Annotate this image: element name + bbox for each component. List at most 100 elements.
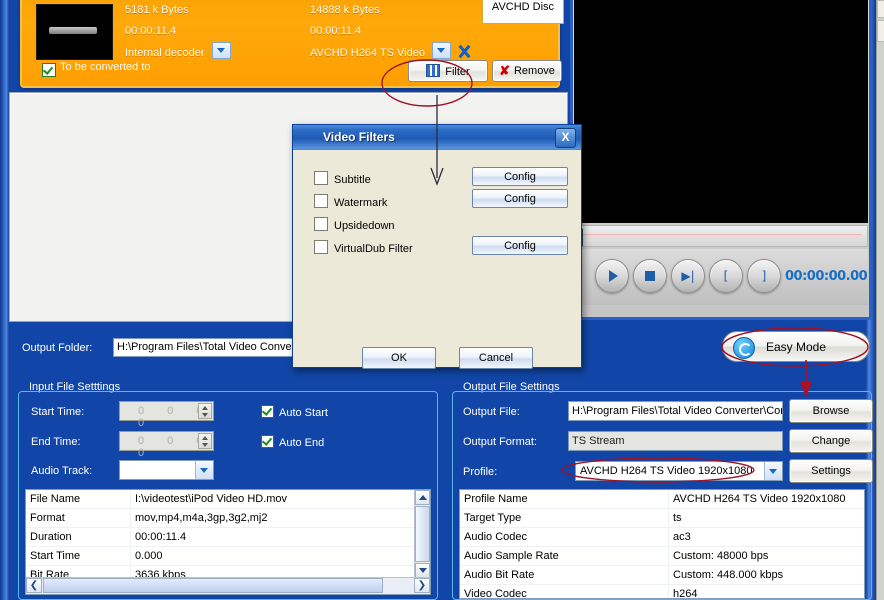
subtitle-config-button[interactable]: Config bbox=[472, 167, 568, 186]
decoder-dropdown-icon[interactable] bbox=[211, 42, 231, 59]
outer-scrollbar-strip[interactable] bbox=[876, 0, 884, 600]
input-table-hscrollbar[interactable]: ❮ ❯ bbox=[26, 577, 430, 594]
upsidedown-checkbox[interactable]: Upsidedown bbox=[314, 217, 395, 232]
table-cell-value: h264 bbox=[668, 584, 864, 598]
seek-bar[interactable] bbox=[572, 225, 868, 247]
easy-mode-button[interactable]: Easy Mode bbox=[722, 331, 870, 362]
table-row[interactable]: Target Type ts bbox=[460, 508, 864, 528]
table-cell-key: Duration bbox=[26, 527, 131, 547]
input-info-table: File Name I:\videotest\iPod Video HD.mov F… bbox=[25, 489, 431, 595]
table-cell-key: Profile Name bbox=[460, 490, 669, 509]
settings-button[interactable]: Settings bbox=[789, 459, 873, 483]
scroll-right-icon[interactable]: ❯ bbox=[414, 578, 430, 593]
table-row[interactable]: Format mov,mp4,m4a,3gp,3g2,mj2 bbox=[26, 508, 415, 528]
virtualdub-config-button[interactable]: Config bbox=[472, 236, 568, 255]
table-row[interactable]: Video Codec h264 bbox=[460, 584, 864, 598]
upsidedown-label: Upsidedown bbox=[334, 220, 395, 232]
to-be-converted-label: To be converted to bbox=[60, 61, 151, 73]
auto-end-checkbox[interactable]: Auto End bbox=[261, 435, 324, 449]
next-frame-button[interactable]: ▶| bbox=[671, 259, 705, 293]
video-filters-dialog: Video Filters X Subtitle Config Watermar… bbox=[292, 124, 582, 369]
table-row[interactable]: Profile Name AVCHD H264 TS Video 1920x108… bbox=[460, 490, 864, 509]
profile-select[interactable]: AVCHD H264 TS Video 1920x1080 bbox=[575, 461, 783, 481]
video-thumbnail[interactable] bbox=[36, 4, 113, 60]
auto-end-checkbox-box bbox=[261, 435, 274, 448]
table-row[interactable]: Start Time 0.000 bbox=[26, 546, 415, 566]
file-card[interactable]: 5181 k Bytes 00:00:11.4 Internal decoder… bbox=[20, 0, 564, 88]
scroll-left-icon[interactable]: ❮ bbox=[26, 578, 42, 593]
ok-button[interactable]: OK bbox=[362, 347, 436, 369]
subtitle-checkbox[interactable]: Subtitle bbox=[314, 171, 371, 186]
table-row[interactable]: File Name I:\videotest\iPod Video HD.mov bbox=[26, 490, 415, 509]
change-button[interactable]: Change bbox=[789, 429, 873, 453]
profile-chevron-down-icon[interactable] bbox=[764, 462, 782, 480]
mark-in-button[interactable]: [ bbox=[709, 259, 743, 293]
table-cell-key: Start Time bbox=[26, 546, 131, 566]
player-controls: ▶| [ ] 00:00:00.00 bbox=[575, 249, 868, 305]
player-timecode: 00:00:00.00 bbox=[785, 269, 868, 284]
stop-button[interactable] bbox=[633, 259, 667, 293]
input-vscroll-thumb[interactable] bbox=[415, 506, 430, 562]
video-screen[interactable] bbox=[574, 0, 868, 223]
virtualdub-checkbox-box bbox=[314, 240, 328, 254]
filter-button[interactable]: Filter bbox=[408, 60, 488, 82]
end-time-stepper[interactable]: 0 0 0 0 bbox=[119, 431, 214, 459]
watermark-config-button[interactable]: Config bbox=[472, 189, 568, 208]
outer-scrollbar-button-up[interactable] bbox=[877, 0, 884, 18]
seek-track bbox=[582, 234, 861, 238]
table-cell-key: Audio Bit Rate bbox=[460, 565, 669, 585]
remove-button-label: Remove bbox=[513, 65, 555, 77]
virtualdub-checkbox[interactable]: VirtualDub Filter bbox=[314, 240, 413, 255]
auto-start-label: Auto Start bbox=[279, 407, 328, 419]
play-icon bbox=[609, 270, 618, 282]
table-cell-value: 00:00:11.4 bbox=[130, 527, 415, 547]
audio-track-value bbox=[120, 468, 123, 470]
output-format-label: Output Format: bbox=[463, 436, 537, 448]
auto-start-checkbox[interactable]: Auto Start bbox=[261, 405, 328, 419]
input-table-vscrollbar[interactable] bbox=[414, 490, 430, 578]
thumbnail-placeholder-bar bbox=[49, 27, 97, 34]
auto-end-label: Auto End bbox=[279, 437, 325, 449]
table-cell-key: Audio Sample Rate bbox=[460, 546, 669, 566]
output-file-input[interactable]: H:\Program Files\Total Video Converter\C… bbox=[568, 401, 783, 421]
close-icon[interactable]: X bbox=[555, 128, 576, 148]
chevron-down-icon[interactable] bbox=[195, 461, 213, 479]
auto-start-checkbox-box bbox=[261, 405, 274, 418]
end-time-spin-arrows[interactable] bbox=[198, 433, 212, 449]
next-frame-icon: ▶| bbox=[681, 269, 695, 283]
outer-scrollbar-thumb[interactable] bbox=[877, 20, 884, 42]
browse-button[interactable]: Browse bbox=[789, 399, 873, 423]
mark-out-icon: ] bbox=[761, 269, 767, 283]
stop-icon bbox=[645, 271, 655, 281]
avchd-logo: AVCHD AVCHD Disc bbox=[482, 0, 564, 24]
table-cell-value: Custom: 48000 bps bbox=[668, 546, 864, 566]
source-size: 5181 k Bytes bbox=[125, 4, 189, 16]
dialog-titlebar[interactable]: Video Filters X bbox=[293, 125, 581, 150]
play-button[interactable] bbox=[595, 259, 629, 293]
start-time-stepper[interactable]: 0 0 0 0 bbox=[119, 401, 214, 429]
scroll-up-icon[interactable] bbox=[415, 490, 430, 505]
input-info-rows: File Name I:\videotest\iPod Video HD.mov F… bbox=[26, 490, 415, 578]
audio-track-select[interactable] bbox=[119, 460, 214, 480]
wrench-icon[interactable] bbox=[457, 44, 472, 59]
virtualdub-label: VirtualDub Filter bbox=[334, 243, 413, 255]
remove-button[interactable]: ✘ Remove bbox=[492, 60, 562, 82]
watermark-checkbox[interactable]: Watermark bbox=[314, 194, 387, 209]
easy-mode-label: Easy Mode bbox=[765, 339, 827, 354]
table-row[interactable]: Duration 00:00:11.4 bbox=[26, 527, 415, 547]
close-icon: ✘ bbox=[499, 63, 510, 78]
table-cell-value: AVCHD H264 TS Video 1920x1080 bbox=[668, 490, 864, 509]
mark-out-button[interactable]: ] bbox=[747, 259, 781, 293]
cancel-button[interactable]: Cancel bbox=[459, 347, 533, 369]
to-be-converted-checkbox[interactable] bbox=[42, 63, 56, 77]
start-time-spin-arrows[interactable] bbox=[198, 403, 212, 419]
table-row[interactable]: Audio Sample Rate Custom: 48000 bps bbox=[460, 546, 864, 566]
filter-button-label: Filter bbox=[445, 66, 470, 78]
table-cell-value: ac3 bbox=[668, 527, 864, 547]
table-row[interactable]: Audio Bit Rate Custom: 448.000 kbps bbox=[460, 565, 864, 585]
table-row[interactable]: Audio Codec ac3 bbox=[460, 527, 864, 547]
format-dropdown-icon[interactable] bbox=[432, 42, 452, 59]
output-format-input[interactable]: TS Stream bbox=[568, 431, 783, 451]
input-hscroll-thumb[interactable] bbox=[43, 578, 383, 593]
scroll-down-icon[interactable] bbox=[415, 563, 430, 578]
